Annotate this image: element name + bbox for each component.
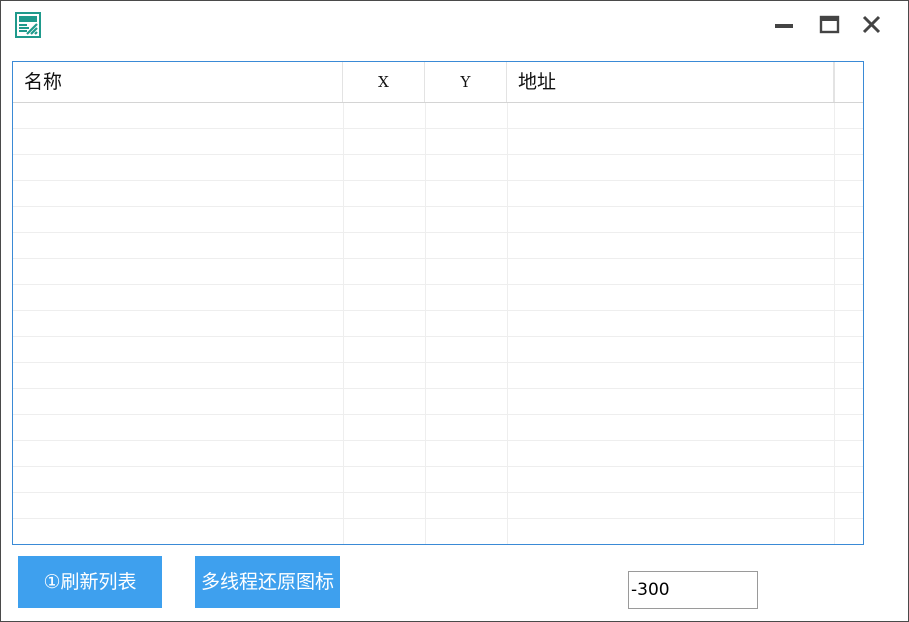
table-row[interactable] — [13, 467, 863, 493]
column-divider — [507, 103, 508, 544]
list-body[interactable] — [13, 103, 863, 544]
column-header-filler — [834, 62, 863, 102]
column-header-y[interactable]: Y — [425, 62, 507, 102]
table-row[interactable] — [13, 129, 863, 155]
table-row[interactable] — [13, 259, 863, 285]
table-row[interactable] — [13, 415, 863, 441]
table-row[interactable] — [13, 441, 863, 467]
column-divider — [343, 103, 344, 544]
table-row[interactable] — [13, 311, 863, 337]
table-row[interactable] — [13, 337, 863, 363]
app-window: 名称 X Y 地址 ①刷新列表 多线程还原图标 — [0, 0, 909, 622]
maximize-button[interactable] — [815, 11, 843, 39]
multithread-restore-icons-button[interactable]: 多线程还原图标 — [195, 556, 340, 608]
column-divider — [425, 103, 426, 544]
refresh-list-button[interactable]: ①刷新列表 — [18, 556, 162, 608]
maximize-icon — [819, 15, 840, 34]
table-row[interactable] — [13, 493, 863, 519]
table-row[interactable] — [13, 207, 863, 233]
table-row[interactable] — [13, 519, 863, 544]
table-row[interactable] — [13, 233, 863, 259]
table-row[interactable] — [13, 389, 863, 415]
table-row[interactable] — [13, 103, 863, 129]
table-row[interactable] — [13, 155, 863, 181]
table-row[interactable] — [13, 181, 863, 207]
column-header-name[interactable]: 名称 — [13, 62, 343, 102]
app-logo-icon — [15, 12, 41, 38]
table-row[interactable] — [13, 363, 863, 389]
column-header-address[interactable]: 地址 — [507, 62, 834, 102]
column-header-x[interactable]: X — [343, 62, 425, 102]
close-button[interactable] — [858, 11, 886, 39]
minimize-icon — [775, 24, 793, 28]
minimize-button[interactable] — [770, 11, 798, 39]
table-row[interactable] — [13, 285, 863, 311]
column-divider — [834, 103, 835, 544]
list-header: 名称 X Y 地址 — [13, 62, 863, 103]
offset-value-input[interactable] — [628, 571, 758, 609]
icon-list-view[interactable]: 名称 X Y 地址 — [12, 61, 864, 545]
close-icon — [862, 15, 881, 34]
